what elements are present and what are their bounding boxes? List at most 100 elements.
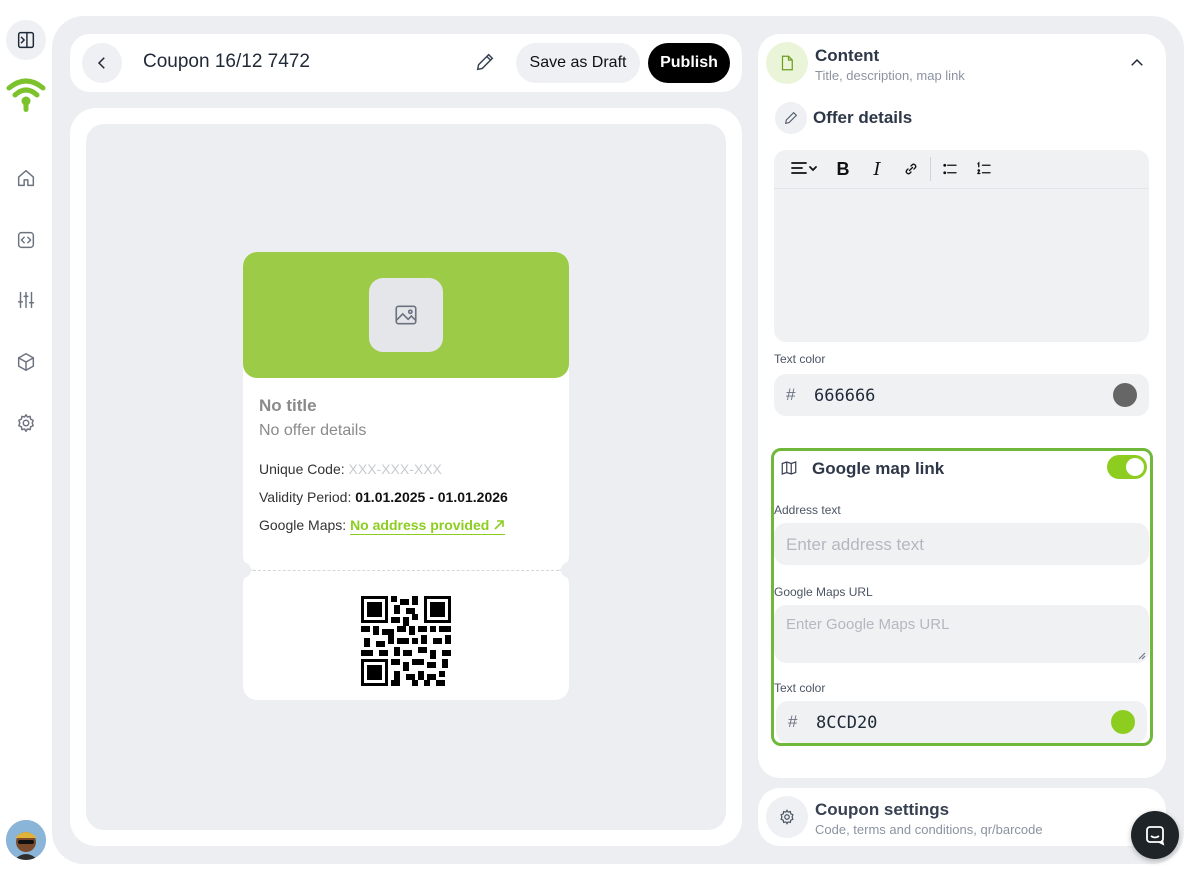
image-placeholder[interactable]: [369, 278, 443, 352]
content-section-subtitle: Title, description, map link: [815, 68, 965, 83]
coupon-details: No offer details: [259, 422, 367, 439]
unique-code-label: Unique Code:: [259, 461, 345, 477]
gear-icon: [780, 809, 794, 825]
side-rail: [0, 0, 52, 880]
settings-section-icon: [766, 796, 808, 838]
text-color-swatch[interactable]: [1113, 383, 1137, 407]
toggle-sidebar-button[interactable]: [6, 20, 46, 60]
offer-details-editor[interactable]: B I: [774, 150, 1149, 342]
map-section-icon: [780, 459, 800, 479]
pencil-icon: [784, 111, 798, 125]
collapse-content-button[interactable]: [1128, 54, 1148, 74]
coupon-preview: No title No offer details Unique Code: X…: [235, 252, 577, 700]
chevron-left-icon: [97, 57, 105, 69]
editor-toolbar: B I: [774, 150, 1149, 189]
text-color-field[interactable]: # 666666: [774, 374, 1149, 416]
numbered-list-icon: [976, 161, 991, 175]
content-section-title: Content: [815, 46, 880, 65]
link-button[interactable]: [894, 154, 928, 184]
map-text-color-swatch[interactable]: [1111, 710, 1135, 734]
nav-settings[interactable]: [6, 403, 46, 443]
unique-code-value: XXX-XXX-XXX: [348, 461, 442, 477]
user-avatar[interactable]: [6, 820, 46, 860]
unique-code-row: Unique Code: XXX-XXX-XXX: [259, 461, 442, 477]
maps-row: Google Maps: No address provided: [259, 517, 506, 535]
content-panel: Content Title, description, map link Off…: [758, 34, 1166, 778]
sliders-icon: [17, 291, 35, 309]
nav-home[interactable]: [6, 158, 46, 198]
text-color-label: Text color: [774, 352, 826, 366]
validity-row: Validity Period: 01.01.2025 - 01.01.2026: [259, 489, 508, 505]
chevron-up-icon: [1131, 58, 1143, 66]
maps-url-label: Google Maps URL: [774, 585, 873, 599]
cube-icon: [17, 353, 35, 371]
nav-adjustments[interactable]: [6, 280, 46, 320]
document-icon: [781, 55, 793, 71]
edit-title-button[interactable]: [474, 51, 498, 75]
map-icon: [781, 461, 797, 475]
hash-symbol: #: [788, 712, 798, 731]
bold-button[interactable]: B: [826, 154, 860, 184]
back-button[interactable]: [82, 43, 122, 83]
bullet-list-button[interactable]: [933, 154, 967, 184]
gear-icon: [18, 414, 34, 432]
align-dropdown[interactable]: [782, 154, 826, 184]
resize-handle-icon[interactable]: [1138, 652, 1146, 660]
maps-label: Google Maps:: [259, 517, 347, 533]
code-icon: [17, 231, 35, 249]
address-label: Address text: [774, 503, 841, 517]
coupon-stub: [243, 570, 569, 700]
page-title: Coupon 16/12 7472: [143, 51, 310, 72]
bullet-list-icon: [943, 163, 957, 175]
maps-url-placeholder: Enter Google Maps URL: [786, 616, 950, 633]
external-link-icon: [494, 520, 505, 530]
numbered-list-button[interactable]: [967, 154, 1001, 184]
maps-link-text: No address provided: [350, 517, 490, 533]
map-text-color-label: Text color: [774, 681, 826, 695]
align-left-icon: [791, 162, 817, 174]
hash-symbol: #: [786, 385, 796, 404]
offer-details-icon: [775, 102, 807, 134]
validity-label: Validity Period:: [259, 489, 352, 505]
toggle-knob: [1126, 458, 1144, 476]
publish-button[interactable]: Publish: [648, 43, 730, 83]
avatar-image: [6, 820, 46, 860]
address-input[interactable]: Enter address text: [774, 523, 1149, 565]
settings-section-title: Coupon settings: [815, 800, 950, 819]
brand-logo[interactable]: [4, 74, 48, 114]
image-icon: [395, 305, 417, 325]
address-placeholder: Enter address text: [786, 535, 924, 554]
validity-value: 01.01.2025 - 01.01.2026: [355, 489, 508, 505]
coupon-title: No title: [259, 396, 317, 415]
offer-details-title: Offer details: [813, 108, 913, 127]
coupon-notch-left: [235, 562, 251, 578]
coupon-body: No title No offer details Unique Code: X…: [243, 252, 569, 570]
coupon-notch-right: [561, 562, 577, 578]
maps-link[interactable]: No address provided: [350, 517, 506, 535]
settings-section-subtitle: Code, terms and conditions, qr/barcode: [815, 822, 1043, 837]
map-link-toggle[interactable]: [1107, 455, 1147, 479]
nav-code[interactable]: [6, 220, 46, 260]
content-section-icon: [766, 42, 808, 84]
nav-products[interactable]: [6, 342, 46, 382]
editor-header: Coupon 16/12 7472 Save as Draft Publish: [70, 34, 742, 92]
link-icon: [905, 163, 917, 175]
google-map-link-section: Google map link Address text Enter addre…: [771, 448, 1153, 746]
coupon-settings-section[interactable]: Coupon settings Code, terms and conditio…: [758, 788, 1166, 846]
chat-support-button[interactable]: [1131, 811, 1179, 859]
map-text-color-value: 8CCD20: [816, 713, 878, 733]
maps-url-input[interactable]: Enter Google Maps URL: [774, 605, 1149, 663]
qr-code: [361, 596, 451, 686]
map-text-color-field[interactable]: # 8CCD20: [776, 701, 1147, 743]
pencil-icon: [476, 53, 494, 71]
toolbar-divider: [930, 157, 931, 181]
chat-icon: [1146, 826, 1165, 846]
save-draft-button[interactable]: Save as Draft: [516, 43, 640, 83]
coupon-perforation: [253, 570, 559, 571]
map-section-title: Google map link: [812, 459, 945, 478]
home-icon: [17, 169, 35, 187]
italic-button[interactable]: I: [860, 154, 894, 184]
coupon-banner: [243, 252, 569, 378]
wifi-logo-icon: [6, 78, 46, 112]
sidebar-toggle-icon: [17, 31, 35, 49]
